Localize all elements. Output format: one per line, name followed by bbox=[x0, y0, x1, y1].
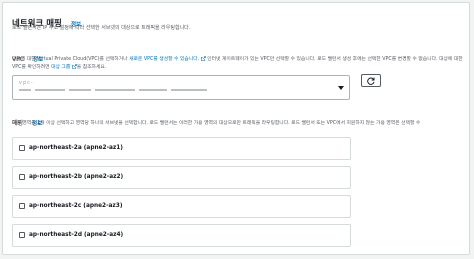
az-label: ap-northeast-2a (apne2-az1) bbox=[29, 145, 123, 151]
az-option-2b[interactable]: ap-northeast-2b (apne2-az2) bbox=[12, 166, 351, 189]
az-option-2a[interactable]: ap-northeast-2a (apne2-az1) bbox=[12, 137, 351, 160]
vpc-select[interactable]: vpc- bbox=[12, 75, 350, 100]
vpc-select-redacted-value bbox=[19, 89, 209, 92]
az-label: ap-northeast-2c (apne2-az3) bbox=[29, 203, 123, 209]
create-vpc-link[interactable]: 새로운 VPC를 생성할 수 있습니다. bbox=[129, 57, 199, 62]
az-checkbox[interactable] bbox=[19, 203, 25, 209]
section-description: 로드 밸런서는 IP 주소 설정에 따라 선택한 서브넷의 대상으로 트래픽을 … bbox=[12, 25, 191, 31]
az-checkbox[interactable] bbox=[19, 174, 25, 180]
chevron-down-icon bbox=[338, 86, 344, 90]
az-label: ap-northeast-2b (apne2-az2) bbox=[29, 174, 124, 180]
vpc-select-value: vpc- bbox=[19, 80, 34, 86]
mapping-description: 가용 영역을 2개 이상 선택하고 영역당 하나의 서브넷을 선택합니다. 로드… bbox=[12, 121, 421, 126]
vpc-desc-text-1: 대상에 대한 Virtual Private Cloud(VPC)를 선택하거나 bbox=[12, 57, 130, 62]
az-option-2c[interactable]: ap-northeast-2c (apne2-az3) bbox=[12, 195, 351, 218]
az-label: ap-northeast-2d (apne2-az4) bbox=[29, 232, 124, 238]
refresh-button[interactable] bbox=[361, 74, 381, 87]
az-checkbox[interactable] bbox=[19, 232, 25, 238]
vpc-desc-text-3: 을 참조하세요. bbox=[76, 64, 107, 70]
vpc-description: 대상에 대한 Virtual Private Cloud(VPC)를 선택하거나… bbox=[12, 56, 467, 71]
network-mapping-panel: 네트워크 매핑 정보 로드 밸런서는 IP 주소 설정에 따라 선택한 서브넷의… bbox=[2, 2, 470, 255]
target-group-link[interactable]: 대상 그룹 bbox=[51, 65, 70, 70]
refresh-icon bbox=[367, 77, 375, 85]
az-checkbox[interactable] bbox=[19, 145, 25, 151]
az-option-2d[interactable]: ap-northeast-2d (apne2-az4) bbox=[12, 224, 351, 247]
